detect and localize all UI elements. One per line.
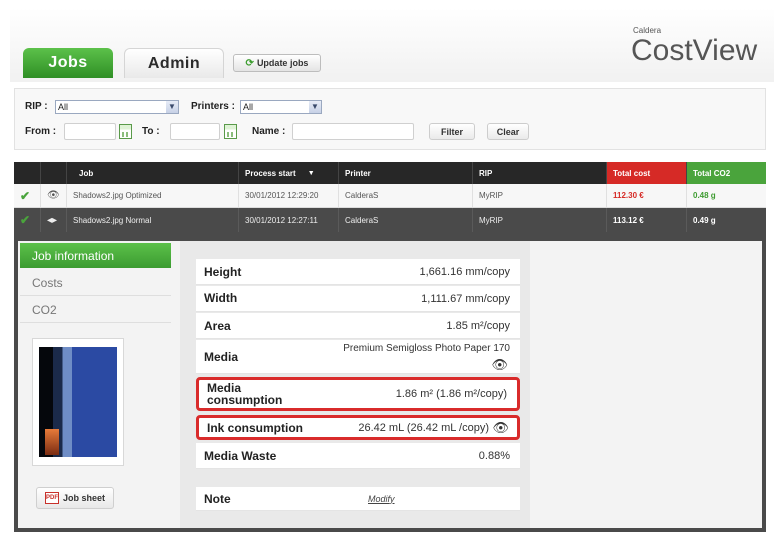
side-item-co2[interactable]: CO2 [20,298,171,323]
col-total-co2[interactable]: Total CO2 [686,162,766,184]
info-row-height: Height 1,661.16 mm/copy [196,259,520,285]
media-waste-label: Media Waste [204,448,277,463]
rip-label: RIP : [25,101,48,112]
area-label: Area [204,318,231,333]
height-value: 1,661.16 mm/copy [419,265,511,278]
info-row-media: Media Premium Semigloss Photo Paper 170 … [196,340,520,374]
area-value: 1.85 m²/copy [446,319,510,332]
eye-icon[interactable]: 👁 [491,357,508,373]
cell-rip: MyRIP [472,208,606,232]
chevron-down-icon: ▼ [309,101,321,113]
table-header: Job Process start ▼ Printer RIP Total co… [14,162,766,184]
chevron-down-icon: ▼ [166,101,178,113]
info-row-note: Note Modify [196,487,520,511]
cell-job: Shadows2.jpg Normal [66,208,238,232]
media-waste-value: 0.88% [478,449,510,462]
cell-printer: CalderaS [338,208,472,232]
update-jobs-label: Update jobs [256,58,309,68]
ink-consumption-value: 26.42 mL (26.42 mL /copy) [358,421,489,434]
tab-jobs[interactable]: Jobs [23,48,113,78]
name-input[interactable] [292,123,414,140]
modify-note-link[interactable]: Modify [368,494,395,504]
height-label: Height [204,264,242,279]
col-process-start[interactable]: Process start ▼ [238,162,338,184]
to-label: To : [142,126,160,137]
ink-consumption-label: Ink consumption [207,420,303,435]
note-label: Note [204,491,231,506]
job-thumbnail [32,338,124,466]
to-date-input[interactable] [170,123,220,140]
info-row-ink-consumption: Ink consumption 26.42 mL (26.42 mL /copy… [196,415,520,440]
pdf-icon: PDF [44,492,59,504]
col-rip[interactable]: RIP [472,162,606,184]
cell-process-start: 30/01/2012 12:27:11 [238,208,338,232]
rip-select[interactable]: All ▼ [55,100,179,114]
filter-panel: RIP : All ▼ Printers : All ▼ From : To :… [14,88,766,150]
media-label: Media [204,349,239,364]
sort-desc-icon: ▼ [307,169,315,177]
job-sheet-label: Job sheet [62,493,105,503]
side-item-job-information[interactable]: Job information [20,243,171,268]
col-job[interactable]: Job [66,162,238,184]
eye-icon[interactable]: 👁 [47,190,60,201]
width-value: 1,111.67 mm/copy [421,292,510,305]
check-icon: ✔ [20,188,31,203]
from-label: From : [25,126,57,137]
job-sheet-button[interactable]: PDF Job sheet [36,487,114,509]
tab-admin[interactable]: Admin [124,48,224,78]
cell-process-start: 30/01/2012 12:29:20 [238,184,338,207]
media-consumption-value: 1.86 m² (1.86 m²/copy) [395,388,507,400]
from-date-input[interactable] [64,123,116,140]
collapse-icon[interactable]: ◂▸ [47,215,57,226]
rip-select-value: All [58,102,69,112]
printers-select-value: All [243,102,254,112]
update-jobs-button[interactable]: ⟳ Update jobs [233,54,321,72]
media-consumption-label: Media consumption [207,381,283,407]
col-total-cost[interactable]: Total cost [606,162,686,184]
info-row-area: Area 1.85 m²/copy [196,313,520,339]
col-process-start-label: Process start [245,168,296,178]
calendar-icon[interactable] [224,124,237,139]
info-row-media-consumption: Media consumption 1.86 m² (1.86 m²/copy) [196,377,520,411]
cell-rip: MyRIP [472,184,606,207]
thumbnail-image [39,347,117,457]
side-item-costs[interactable]: Costs [20,271,171,296]
refresh-icon: ⟳ [245,57,254,69]
check-icon: ✔ [20,213,31,227]
col-printer[interactable]: Printer [338,162,472,184]
table-row[interactable]: ✔ 👁 Shadows2.jpg Optimized 30/01/2012 12… [14,184,766,208]
name-label: Name : [252,126,286,137]
cell-total-cost: 112.30 € [606,184,686,207]
media-value: Premium Semigloss Photo Paper 170 [343,343,510,354]
detail-right-pane [530,241,762,528]
calendar-icon[interactable] [119,124,132,139]
cell-job: Shadows2.jpg Optimized [66,184,238,207]
width-label: Width [204,291,238,305]
info-row-width: Width 1,111.67 mm/copy [196,286,520,312]
cell-total-co2: 0.48 g [686,184,766,207]
table-row-selected[interactable]: ✔ ◂▸ Shadows2.jpg Normal 30/01/2012 12:2… [14,208,766,232]
filter-button[interactable]: Filter [429,123,475,140]
eye-icon[interactable]: 👁 [492,420,509,436]
cell-total-co2: 0.49 g [686,208,766,232]
brand-costview: CostView [631,34,758,67]
cell-printer: CalderaS [338,184,472,207]
info-row-media-waste: Media Waste 0.88% [196,443,520,469]
clear-button[interactable]: Clear [487,123,529,140]
cell-total-cost: 113.12 € [606,208,686,232]
printers-label: Printers : [191,101,235,112]
printers-select[interactable]: All ▼ [240,100,322,114]
